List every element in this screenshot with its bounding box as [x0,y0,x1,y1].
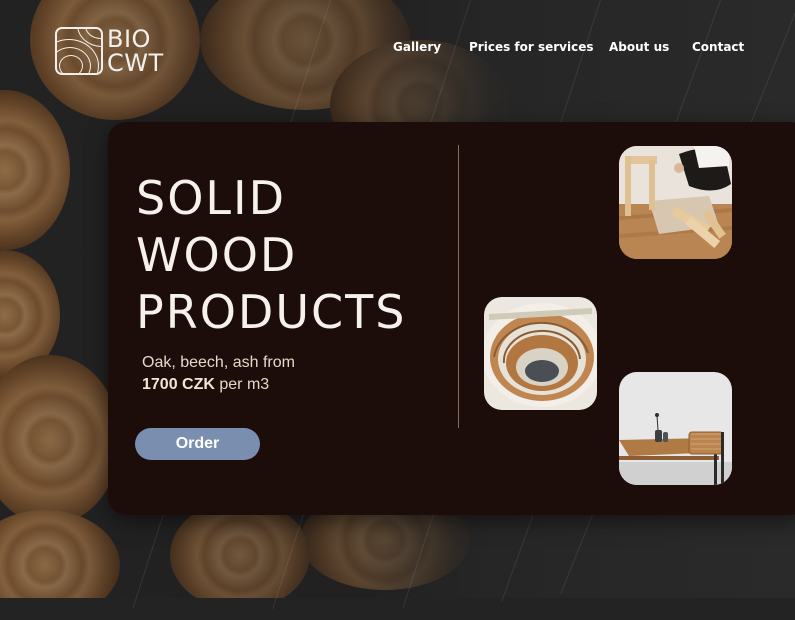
hero-title: SOLID WOOD PRODUCTS [136,170,406,341]
hero-title-line1: SOLID [136,171,287,225]
price-value: 1700 CZK [142,376,215,393]
chair-assembly-photo [619,146,732,259]
hero-subtitle: Oak, beech, ash from 1700 CZK per m3 [142,352,295,396]
nav-contact[interactable]: Contact [692,40,744,54]
hero-sub-line1: Oak, beech, ash from [142,354,295,371]
page: BIO CWT Gallery Prices for services Abou… [0,0,795,620]
nav-about[interactable]: About us [609,40,669,54]
spiral-staircase-photo [484,297,597,410]
hero-divider [458,145,459,428]
price-suffix: per m3 [214,376,270,393]
bottom-band [0,598,795,620]
main-nav: Gallery Prices for services About us Con… [0,40,795,56]
nav-prices[interactable]: Prices for services [469,40,594,54]
nav-gallery[interactable]: Gallery [393,40,441,54]
table-and-chair-photo [619,372,732,485]
order-button[interactable]: Order [135,428,260,460]
hero-title-line2: WOOD [136,228,298,282]
hero-title-line3: PRODUCTS [136,285,407,339]
hero-price-line: 1700 CZK per m3 [142,374,295,396]
